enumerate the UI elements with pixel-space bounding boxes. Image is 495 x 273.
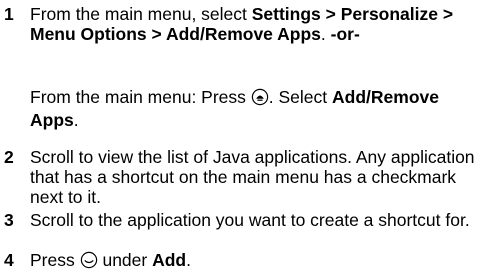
step-text: Scroll to the application you want to cr… xyxy=(30,210,470,230)
step-text-mid: under xyxy=(97,250,153,270)
instruction-list: 1 From the main menu, select Settings > … xyxy=(0,0,495,270)
step-number: 2 xyxy=(4,147,14,167)
step-number: 4 xyxy=(4,250,14,270)
alt-lead: From the main menu: Press xyxy=(30,87,251,107)
step-text: Scroll to view the list of Java applicat… xyxy=(30,147,475,207)
menu-key-icon xyxy=(251,88,269,110)
step-text-lead: From the main menu, select xyxy=(30,4,252,24)
step-1-alternative: From the main menu: Press . Select Add/R… xyxy=(30,87,489,130)
softkey-label: Add xyxy=(152,250,187,270)
step-number: 1 xyxy=(4,4,14,24)
step-text-lead: Press xyxy=(30,250,80,270)
step-number: 3 xyxy=(4,210,14,230)
or-label: -or- xyxy=(330,24,360,44)
step-text-end: . xyxy=(186,250,191,270)
alt-end: . xyxy=(73,110,79,130)
alt-mid: . Select xyxy=(268,87,333,107)
step-text: From the main menu, select Settings > Pe… xyxy=(30,4,489,44)
separator: . xyxy=(320,24,331,44)
